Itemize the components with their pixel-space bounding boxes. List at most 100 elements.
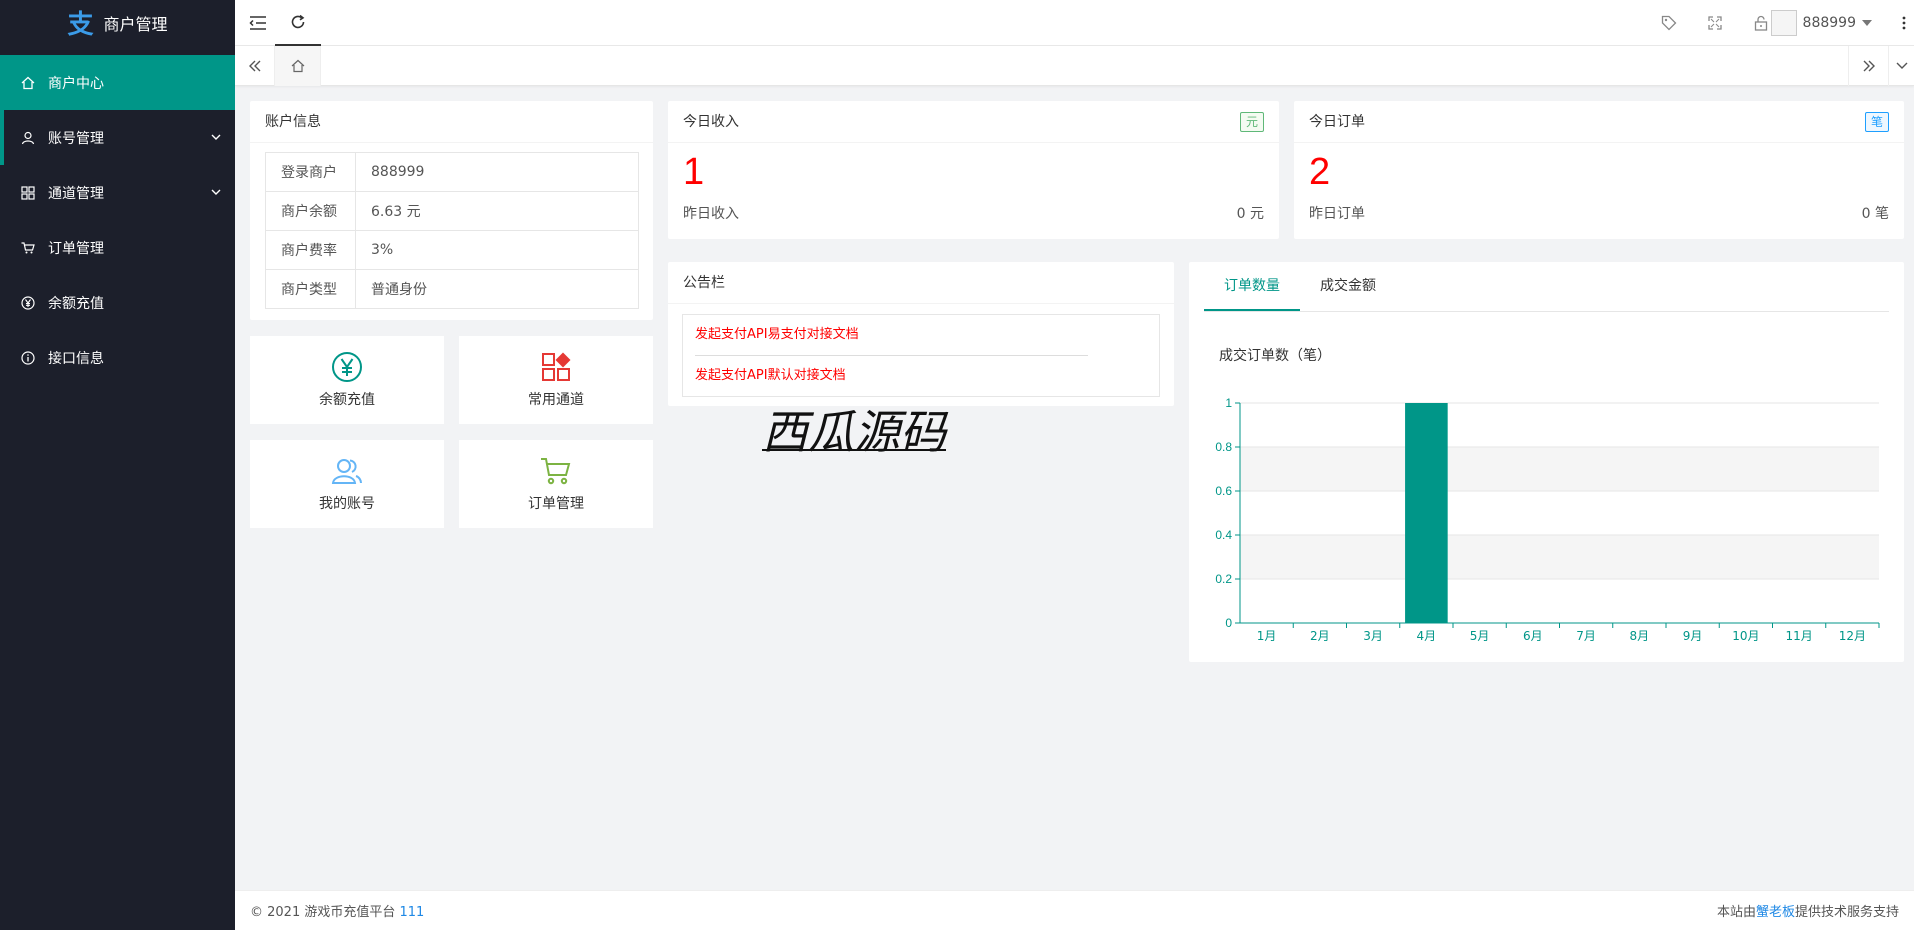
sidebar-item-label: 订单管理 (48, 240, 104, 257)
tab-deal-amount[interactable]: 成交金额 (1300, 261, 1396, 311)
watermark-text: 西瓜源码 (762, 405, 946, 459)
support-link[interactable]: 蟹老板 (1756, 905, 1795, 920)
tag-button[interactable] (1646, 0, 1692, 46)
row-key: 商户类型 (265, 269, 356, 309)
tab-home[interactable] (275, 46, 321, 86)
version-link[interactable]: 111 (400, 905, 425, 920)
chart-title: 成交订单数（笔） (1219, 348, 1331, 364)
table-row: 登录商户 888999 (265, 152, 639, 192)
avatar (1770, 10, 1797, 36)
today-orders-value: 2 (1309, 151, 1331, 193)
table-row: 商户余额 6.63 元 (265, 191, 639, 231)
sub-label: 昨日订单 (1309, 206, 1365, 222)
grid-band (1240, 447, 1879, 491)
yen-icon (20, 295, 36, 311)
refresh-button[interactable] (275, 0, 321, 46)
sidebar-item-api-info[interactable]: 接口信息 (0, 330, 235, 385)
shortcut-label: 订单管理 (528, 496, 584, 512)
support-suffix: 提供技术服务支持 (1794, 905, 1899, 920)
shortcut-label: 常用通道 (528, 392, 584, 408)
top-header: 888999 (235, 0, 1914, 46)
fullscreen-button[interactable] (1692, 0, 1738, 46)
sidebar-item-orders[interactable]: 订单管理 (0, 220, 235, 275)
yesterday-income-row: 昨日收入 0 元 (668, 203, 1279, 223)
app-title: 商户管理 (103, 14, 168, 34)
footer-right: 本站由蟹老板提供技术服务支持 (1717, 901, 1899, 920)
tag-icon (1661, 15, 1677, 31)
sidebar-item-merchant-center[interactable]: 商户中心 (0, 55, 235, 110)
card-title: 今日订单 笔 (1294, 101, 1904, 143)
shortcut-label: 我的账号 (319, 496, 375, 512)
indent-icon (249, 16, 266, 30)
x-tick-label: 7月 (1576, 629, 1596, 643)
shortcut-my-account[interactable]: 我的账号 (250, 440, 444, 528)
x-tick-label: 10月 (1732, 629, 1759, 643)
notice-link[interactable]: 发起支付API默认对接文档 (695, 356, 1147, 396)
x-tick-label: 2月 (1310, 629, 1330, 643)
y-tick-label: 0.4 (1215, 528, 1232, 542)
account-info-card: 账户信息 登录商户 888999 商户余额 6.63 元 商户费率 3% 商户类型 普通… (250, 101, 653, 320)
row-value: 3% (355, 230, 639, 270)
more-button[interactable] (1894, 0, 1914, 46)
sidebar-item-label: 商户中心 (48, 75, 104, 92)
logo-icon: 支 (67, 10, 94, 40)
notice-board-card: 公告栏 发起支付API易支付对接文档 发起支付API默认对接文档 (668, 262, 1174, 406)
sub-value: 0 元 (1236, 206, 1264, 222)
app-logo[interactable]: 支 商户管理 (0, 0, 235, 45)
sidebar-item-account[interactable]: 账号管理 (0, 110, 235, 165)
today-income-value: 1 (683, 151, 705, 193)
row-key: 商户余额 (265, 191, 356, 231)
sidebar-item-channel[interactable]: 通道管理 (0, 165, 235, 220)
grid-icon (20, 185, 36, 201)
row-value: 888999 (355, 152, 639, 192)
x-tick-label: 6月 (1523, 629, 1543, 643)
caret-down-icon (1862, 20, 1872, 26)
notice-list: 发起支付API易支付对接文档 发起支付API默认对接文档 (682, 314, 1160, 397)
footer: © 2021 游戏币充值平台 111 本站由蟹老板提供技术服务支持 (235, 890, 1914, 930)
cart-icon (541, 458, 571, 485)
double-chevron-left-icon (248, 60, 260, 72)
shortcut-channels[interactable]: 常用通道 (459, 336, 653, 424)
shortcut-recharge[interactable]: 余额充值 (250, 336, 444, 424)
unit-badge: 元 (1239, 112, 1264, 132)
sub-label: 昨日收入 (683, 206, 739, 222)
table-row: 商户类型 普通身份 (265, 269, 639, 309)
sidebar-item-recharge[interactable]: 余额充值 (0, 275, 235, 330)
users-icon (331, 459, 362, 484)
info-icon (20, 350, 36, 366)
footer-left: © 2021 游戏币充值平台 111 (250, 901, 424, 920)
sidebar-item-label: 通道管理 (48, 185, 104, 202)
today-orders-card: 今日订单 笔 2 昨日订单 0 笔 (1294, 101, 1904, 239)
username: 888999 (1802, 15, 1856, 31)
y-tick-label: 0.2 (1215, 572, 1232, 586)
copyright-text: © 2021 游戏币充值平台 (250, 905, 396, 920)
apps-icon (542, 352, 571, 381)
tabs-menu-button[interactable] (1888, 46, 1914, 86)
notice-link[interactable]: 发起支付API易支付对接文档 (695, 315, 1147, 355)
bar (1405, 403, 1448, 623)
fullscreen-icon (1708, 16, 1722, 30)
tab-order-count[interactable]: 订单数量 (1204, 261, 1300, 311)
tabs-scroll-left-button[interactable] (235, 46, 275, 86)
home-icon (20, 75, 36, 91)
chevron-down-icon (211, 185, 221, 201)
x-tick-label: 11月 (1785, 629, 1812, 643)
lock-icon (1754, 15, 1768, 31)
page-tabs-bar (235, 46, 1914, 86)
user-menu[interactable]: 888999 (1770, 0, 1872, 46)
row-key: 商户费率 (265, 230, 356, 270)
tabs-scroll-right-button[interactable] (1848, 46, 1888, 86)
x-tick-label: 5月 (1470, 629, 1490, 643)
yen-icon (332, 352, 362, 382)
yesterday-orders-row: 昨日订单 0 笔 (1294, 203, 1904, 223)
card-title-text: 今日订单 (1309, 114, 1365, 130)
chevron-down-icon (1896, 62, 1907, 69)
y-tick-label: 0 (1225, 616, 1232, 630)
unit-badge: 笔 (1864, 112, 1889, 132)
card-title: 今日收入 元 (668, 101, 1279, 143)
user-icon (20, 130, 36, 146)
statistics-chart-card: 订单数量 成交金额 成交订单数（笔） 0 0.2 0.4 0.6 0.8 1 1月 2月 3月 4… (1189, 262, 1904, 662)
table-row: 商户费率 3% (265, 230, 639, 270)
card-title: 账户信息 (250, 101, 653, 143)
shortcut-orders[interactable]: 订单管理 (459, 440, 653, 528)
